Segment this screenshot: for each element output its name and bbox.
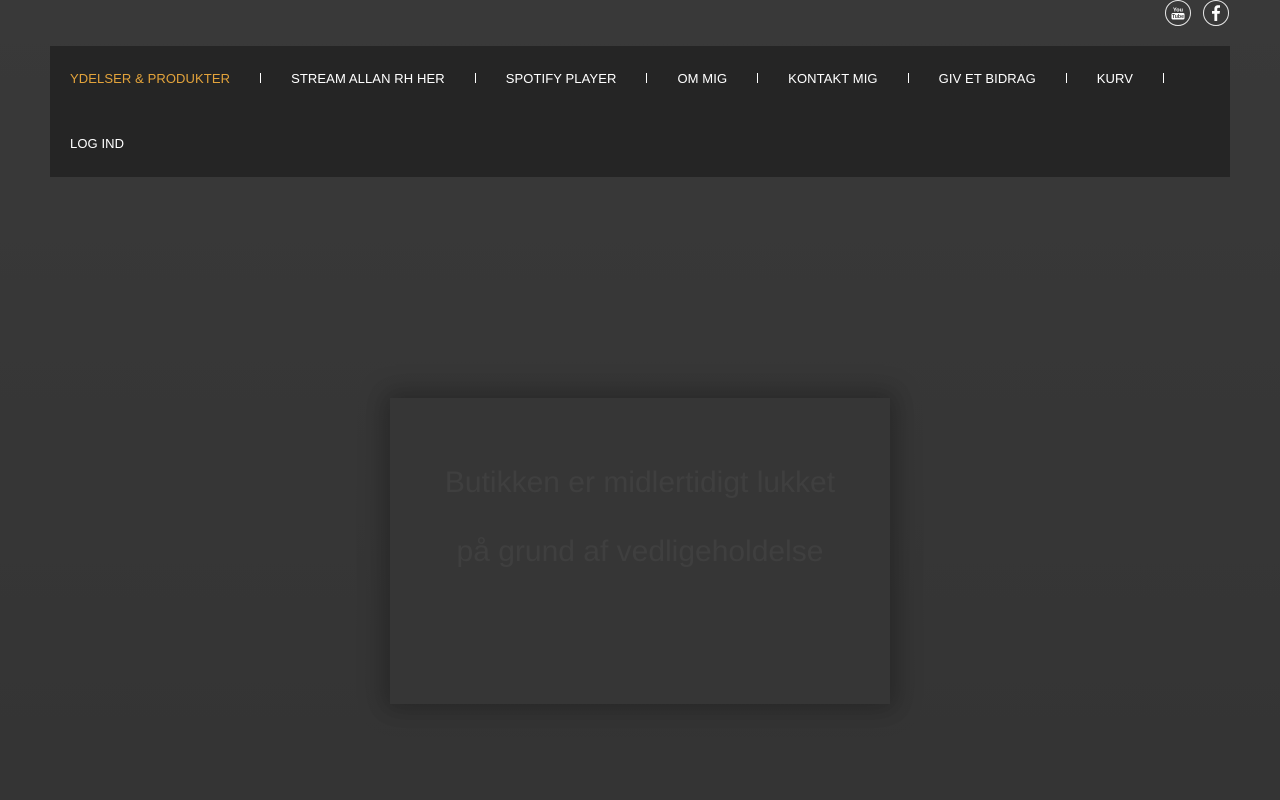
youtube-icon[interactable]: You Tube	[1165, 0, 1191, 26]
svg-text:You: You	[1173, 8, 1183, 14]
nav-item-kurv[interactable]: KURV	[1097, 71, 1133, 86]
nav-item-spotify-player[interactable]: SPOTIFY PLAYER	[506, 71, 617, 86]
nav-item-stream-allan-rh[interactable]: STREAM ALLAN RH HER	[291, 71, 445, 86]
nav-separator	[646, 73, 648, 83]
svg-text:Tube: Tube	[1172, 14, 1184, 20]
maintenance-notice: Butikken er midlertidigt lukket på grund…	[390, 398, 890, 704]
nav-item-ydelser-produkter[interactable]: YDELSER & PRODUKTER	[70, 71, 230, 86]
nav-item-om-mig[interactable]: OM MIG	[677, 71, 727, 86]
page: You Tube YDELSER & PRODUKTER STREAM ALLA…	[0, 0, 1280, 800]
nav-separator	[260, 73, 262, 83]
nav-item-giv-et-bidrag[interactable]: GIV ET BIDRAG	[939, 71, 1036, 86]
nav-item-kontakt-mig[interactable]: KONTAKT MIG	[788, 71, 877, 86]
nav-separator	[474, 73, 476, 83]
nav-row-1: YDELSER & PRODUKTER STREAM ALLAN RH HER …	[70, 68, 1194, 88]
social-links: You Tube	[1165, 0, 1229, 30]
nav-item-log-ind[interactable]: LOG IND	[70, 136, 124, 151]
maintenance-message: Butikken er midlertidigt lukket på grund…	[444, 466, 836, 568]
nav-separator	[907, 73, 909, 83]
nav-row-2: LOG IND	[70, 133, 124, 153]
nav-separator	[757, 73, 759, 83]
nav-separator	[1065, 73, 1067, 83]
facebook-icon[interactable]	[1203, 0, 1229, 26]
nav-separator	[1163, 73, 1165, 83]
main-navigation: YDELSER & PRODUKTER STREAM ALLAN RH HER …	[50, 46, 1230, 177]
